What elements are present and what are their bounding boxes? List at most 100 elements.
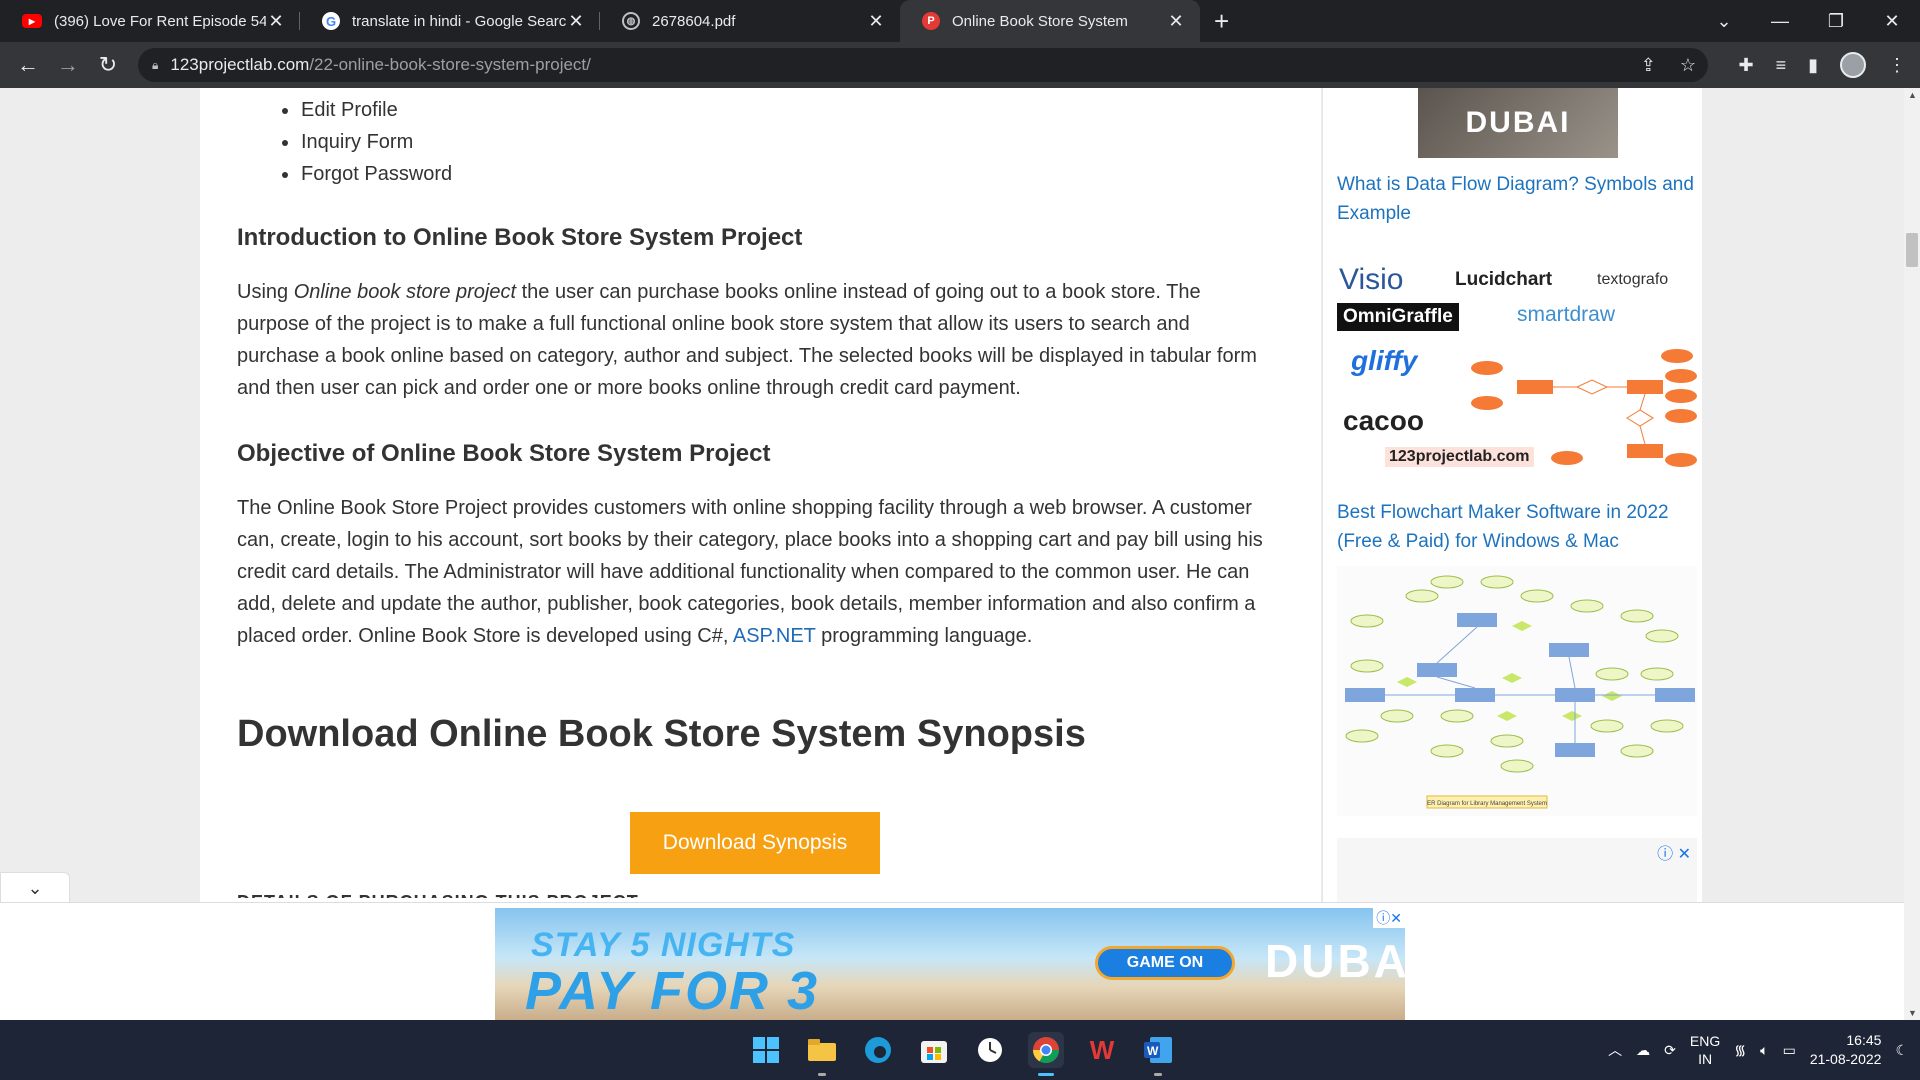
intro-paragraph: Using Online book store project the user…: [237, 276, 1267, 404]
menu-kebab-icon[interactable]: ⋮: [1888, 55, 1906, 76]
url-host: 123projectlab.com: [170, 55, 310, 74]
dubai-thumbnail[interactable]: DUBAI: [1418, 88, 1618, 158]
list-item: Inquiry Form: [237, 126, 452, 158]
scroll-down-arrow-icon[interactable]: ▼: [1908, 1008, 1917, 1018]
file-explorer-icon[interactable]: [804, 1032, 840, 1076]
close-icon[interactable]: ✕: [266, 11, 286, 32]
clock-time: 16:45: [1846, 1032, 1882, 1048]
ad-choices-icon[interactable]: ⓘ ✕: [1657, 840, 1691, 864]
ad-headline-2: PAY FOR 3: [525, 961, 820, 1020]
language-code: ENG: [1689, 1033, 1721, 1049]
objective-heading: Objective of Online Book Store System Pr…: [237, 440, 771, 467]
tab-google-search[interactable]: G translate in hindi - Google Search ✕: [300, 0, 600, 42]
start-windows-icon[interactable]: [748, 1032, 784, 1068]
browser-toolbar: ← → ↻ 🔒︎ 123projectlab.com/22-online-boo…: [0, 42, 1920, 88]
globe-icon: ◍: [622, 12, 640, 30]
collapse-ad-button[interactable]: ⌄: [0, 872, 70, 904]
lucidchart-logo: Lucidchart: [1455, 269, 1553, 290]
flowchart-logos-image[interactable]: Visio Lucidchart textografo OmniGraffle …: [1337, 253, 1697, 488]
list-item: Forgot Password: [237, 158, 452, 190]
microsoft-store-icon[interactable]: [916, 1032, 952, 1068]
scrollbar-thumb[interactable]: [1906, 233, 1918, 267]
wifi-icon[interactable]: ᯾: [1734, 1041, 1746, 1060]
clock[interactable]: 16:45 21-08-2022: [1810, 1031, 1882, 1069]
intro-pre: Using: [237, 281, 294, 303]
tab-youtube[interactable]: ▶ (396) Love For Rent Episode 54 in ✕: [0, 0, 300, 42]
language-indicator[interactable]: ENG IN: [1690, 1032, 1720, 1068]
window-controls: ⌄ — ❐ ✕: [1696, 0, 1920, 42]
lock-icon[interactable]: 🔒︎: [152, 58, 158, 73]
word-icon[interactable]: W: [1140, 1032, 1176, 1076]
new-tab-button[interactable]: +: [1214, 0, 1229, 42]
chrome-icon[interactable]: [1028, 1032, 1064, 1076]
aspnet-link[interactable]: ASP.NET: [733, 625, 816, 647]
ad-close-icon[interactable]: ⓘ✕: [1373, 908, 1405, 928]
er-diagram-image[interactable]: ER Diagram for Library Management System: [1337, 566, 1697, 816]
tab-title: translate in hindi - Google Search: [352, 12, 566, 30]
intro-heading: Introduction to Online Book Store System…: [237, 224, 803, 251]
reload-icon[interactable]: ↻: [88, 52, 128, 78]
volume-icon[interactable]: 🔈︎: [1760, 1042, 1768, 1059]
intro-emphasis: Online book store project: [293, 281, 517, 303]
web-page: Edit Profile Inquiry Form Forgot Passwor…: [0, 88, 1920, 1020]
feature-list: Edit Profile Inquiry Form Forgot Passwor…: [237, 94, 452, 190]
tab-search-icon[interactable]: ⌄: [1696, 11, 1752, 32]
address-bar[interactable]: 🔒︎ 123projectlab.com/22-online-book-stor…: [138, 48, 1708, 82]
tab-title: (396) Love For Rent Episode 54 in: [54, 12, 266, 30]
tab-title: Online Book Store System: [952, 12, 1128, 30]
chevron-up-icon[interactable]: ︿: [1608, 1040, 1622, 1060]
url-path: /22-online-book-store-system-project/: [309, 55, 591, 74]
visio-logo: Visio: [1339, 263, 1404, 296]
profile-avatar[interactable]: [1840, 52, 1866, 78]
google-icon: G: [322, 12, 340, 30]
notification-moon-icon[interactable]: ☾: [1895, 1042, 1908, 1059]
er-diagram-graphic: ER Diagram for Library Management System: [1345, 575, 1695, 809]
game-on-button[interactable]: GAME ON: [1095, 946, 1235, 980]
tab-pdf[interactable]: ◍ 2678604.pdf ✕: [600, 0, 900, 42]
tab-online-book-store[interactable]: P Online Book Store System ✕: [900, 0, 1200, 42]
onedrive-cloud-icon[interactable]: ☁: [1636, 1042, 1650, 1059]
download-synopsis-button[interactable]: Download Synopsis: [630, 812, 880, 874]
mini-flowchart-graphic: [1471, 349, 1697, 467]
dfd-article-link[interactable]: What is Data Flow Diagram? Symbols and E…: [1337, 170, 1697, 228]
objective-tail: programming language.: [815, 625, 1033, 647]
bottom-ad-bar: STAY 5 NIGHTS PAY FOR 3 GAME ON DUBAI ⓘ✕: [0, 902, 1904, 1020]
main-content: Edit Profile Inquiry Form Forgot Passwor…: [200, 88, 1321, 1020]
youtube-icon: ▶: [22, 14, 42, 28]
purchase-heading-cut: DETAILS OF PURCHASING THIS PROJECT: [237, 888, 639, 898]
download-heading: Download Online Book Store System Synops…: [237, 713, 1086, 755]
region-code: IN: [1698, 1051, 1713, 1067]
sync-icon[interactable]: ⟳: [1664, 1042, 1676, 1059]
forward-icon[interactable]: →: [48, 52, 88, 78]
flowchart-article-link[interactable]: Best Flowchart Maker Software in 2022 (F…: [1337, 498, 1697, 556]
ad-brand: DUBAI: [1265, 935, 1405, 987]
close-window-icon[interactable]: ✕: [1864, 11, 1920, 32]
minimize-icon[interactable]: —: [1752, 11, 1808, 32]
share-icon[interactable]: ⇪: [1641, 55, 1656, 76]
side-panel-icon[interactable]: ▮: [1808, 55, 1818, 76]
sidebar-ad-slot[interactable]: ⓘ ✕: [1337, 838, 1697, 908]
clock-date: 21-08-2022: [1809, 1051, 1882, 1067]
wps-office-icon[interactable]: W: [1084, 1032, 1120, 1068]
tab-strip: ▶ (396) Love For Rent Episode 54 in ✕ G …: [0, 0, 1920, 42]
dubai-banner-ad[interactable]: STAY 5 NIGHTS PAY FOR 3 GAME ON DUBAI ⓘ✕: [495, 908, 1405, 1020]
close-icon[interactable]: ✕: [1166, 11, 1186, 32]
edge-browser-icon[interactable]: [860, 1032, 896, 1068]
chevron-down-icon: ⌄: [27, 878, 43, 898]
extensions-icon[interactable]: ✚: [1738, 55, 1753, 76]
svg-text:W: W: [1147, 1044, 1159, 1058]
restore-icon[interactable]: ❐: [1808, 11, 1864, 32]
bookmark-star-icon[interactable]: ☆: [1680, 55, 1696, 76]
sidebar: DUBAI What is Data Flow Diagram? Symbols…: [1322, 88, 1702, 1020]
close-icon[interactable]: ✕: [866, 11, 886, 32]
clock-app-icon[interactable]: [972, 1032, 1008, 1068]
battery-icon[interactable]: ▭: [1783, 1042, 1796, 1059]
close-icon[interactable]: ✕: [566, 11, 586, 32]
scroll-up-arrow-icon[interactable]: ▲: [1908, 90, 1917, 100]
media-queue-icon[interactable]: ≡: [1776, 55, 1787, 76]
page-scrollbar[interactable]: ▲ ▼: [1904, 88, 1920, 1020]
dubai-thumbnail-text: DUBAI: [1465, 106, 1571, 139]
back-icon[interactable]: ←: [8, 52, 48, 78]
list-item: Edit Profile: [237, 94, 452, 126]
cacoo-logo: cacoo: [1343, 405, 1424, 436]
